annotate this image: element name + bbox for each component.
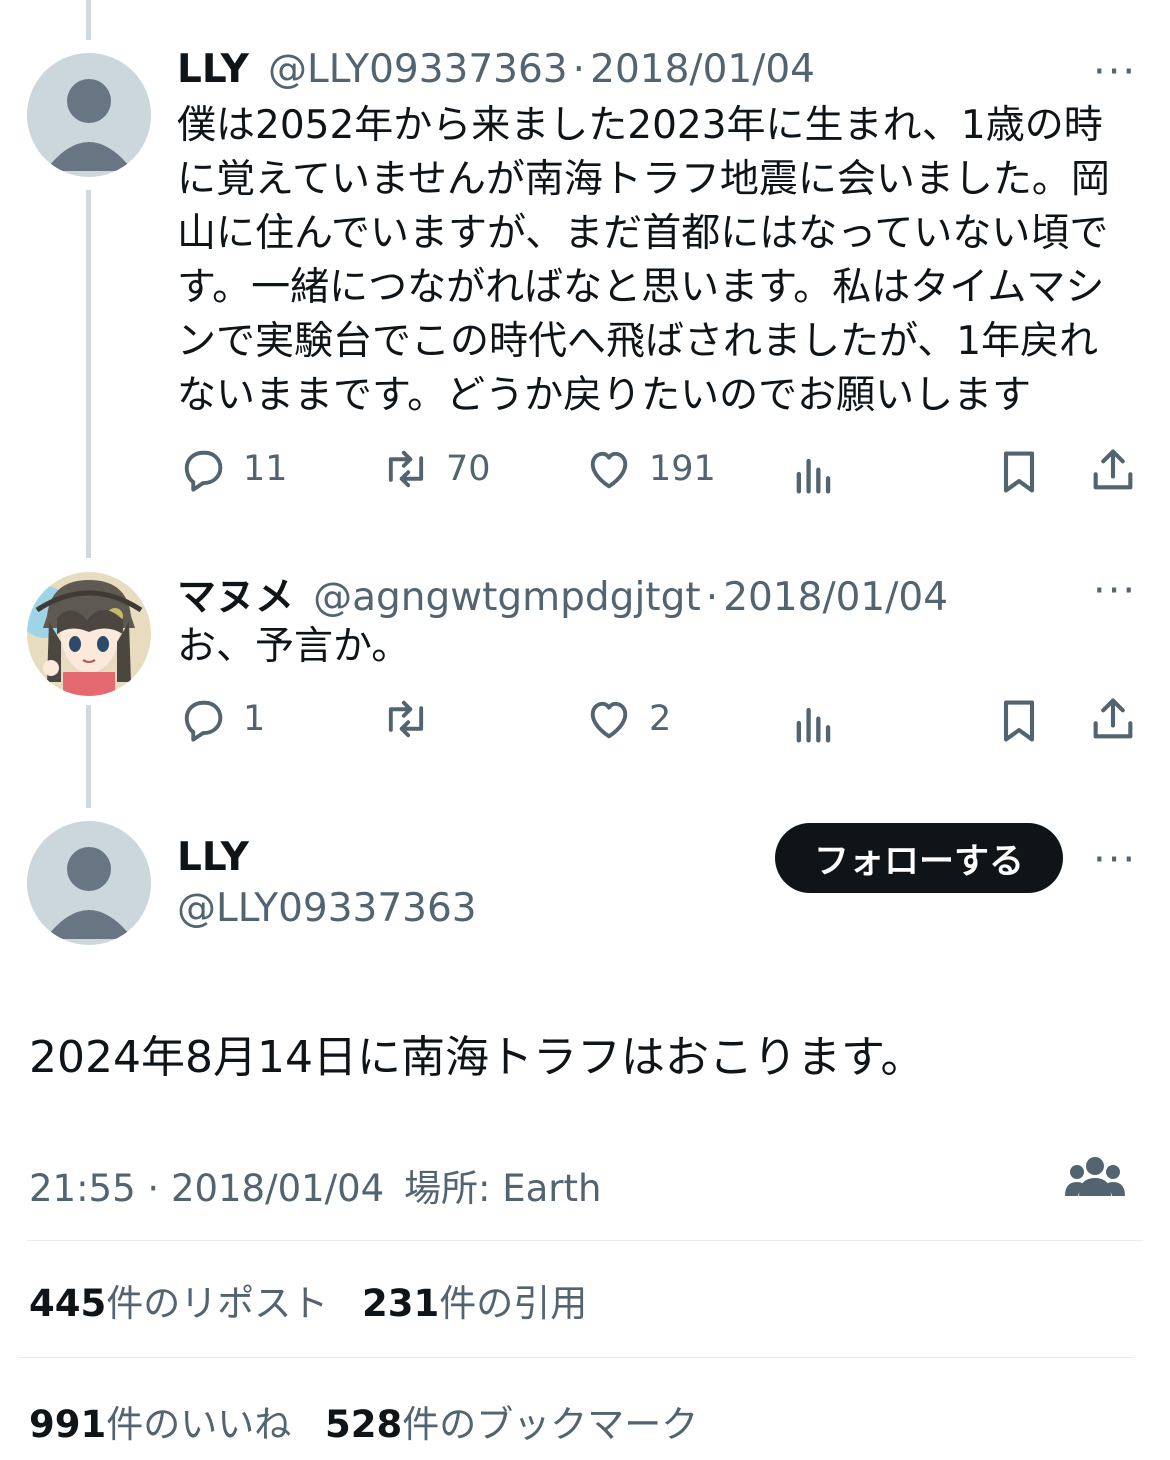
handle[interactable]: @agngwtgmpdgjtgt xyxy=(313,575,701,620)
tweet-date[interactable]: 2018/01/04 xyxy=(590,47,815,92)
more-options-button[interactable]: ··· xyxy=(1093,52,1137,92)
more-options-button[interactable]: ··· xyxy=(1093,840,1137,880)
bookmarks-stat[interactable]: 528件のブックマーク xyxy=(325,1403,698,1446)
likes-stat[interactable]: 991件のいいね xyxy=(29,1403,303,1446)
default-avatar-icon xyxy=(45,79,133,171)
tweet-location[interactable]: 場所: Earth xyxy=(404,1167,601,1210)
thread-line-top xyxy=(86,0,91,40)
tweet-header: LLY @LLY09337363 · 2018/01/04 xyxy=(177,47,815,92)
thread-line-1 xyxy=(86,190,91,558)
like-button[interactable]: 2 xyxy=(583,693,671,745)
repost-quote-stats: 445件のリポスト 231件の引用 xyxy=(29,1273,587,1327)
quotes-number: 231 xyxy=(362,1282,440,1325)
share-icon xyxy=(1093,698,1133,739)
default-avatar-icon xyxy=(45,847,133,939)
bookmark-button[interactable] xyxy=(993,446,1045,498)
views-button[interactable] xyxy=(788,448,840,500)
bookmark-button[interactable] xyxy=(993,695,1045,747)
tweet-header: マヌメ @agngwtgmpdgjtgt · 2018/01/04 xyxy=(177,566,948,622)
likes-number: 991 xyxy=(29,1403,107,1446)
handle[interactable]: @LLY09337363 xyxy=(268,47,568,92)
separator: · xyxy=(147,1167,160,1210)
likes-label: 件のいいね xyxy=(106,1403,292,1446)
reply-button[interactable]: 1 xyxy=(177,693,265,745)
bookmark-icon xyxy=(1003,700,1035,742)
community-icon[interactable] xyxy=(1065,1152,1125,1206)
more-options-button[interactable]: ··· xyxy=(1093,571,1137,611)
avatar-default[interactable] xyxy=(27,821,151,945)
anime-avatar-icon xyxy=(27,572,151,696)
text-line: ンで実験台でこの時代へ飛ばされましたが、1年戻れ xyxy=(177,319,1099,364)
reposts-label: 件のリポスト xyxy=(106,1282,329,1325)
divider xyxy=(18,1357,1134,1358)
like-button[interactable]: 191 xyxy=(583,443,716,495)
separator: · xyxy=(572,47,586,92)
repost-icon xyxy=(388,450,424,488)
text-line: に覚えていませんが南海トラフ地震に会いました。岡 xyxy=(177,157,1110,202)
like-bookmark-stats: 991件のいいね 528件のブックマーク xyxy=(29,1394,698,1448)
quotes-label: 件の引用 xyxy=(439,1282,588,1325)
text-line: す。一緒につながればなと思います。私はタイムマシ xyxy=(177,265,1105,310)
avatar-anime[interactable] xyxy=(27,572,151,696)
display-name[interactable]: LLY xyxy=(177,835,249,880)
text-line: 山に住んでいますが、まだ首都にはなっていない頃で xyxy=(177,211,1109,256)
display-name[interactable]: マヌメ xyxy=(177,575,294,620)
reply-icon xyxy=(184,700,223,742)
views-icon xyxy=(796,707,831,743)
reply-icon xyxy=(184,450,223,492)
reply-button[interactable]: 11 xyxy=(177,443,288,495)
tweet-time[interactable]: 21:55 xyxy=(29,1167,136,1210)
people-icon xyxy=(1065,1157,1125,1196)
bookmarks-label: 件のブックマーク xyxy=(402,1403,699,1446)
handle[interactable]: @LLY09337363 xyxy=(177,886,477,931)
bookmarks-number: 528 xyxy=(325,1403,403,1446)
reply-count: 11 xyxy=(243,449,288,489)
tweet-date[interactable]: 2018/01/04 xyxy=(171,1167,384,1210)
views-icon xyxy=(796,458,831,494)
heart-icon xyxy=(590,701,628,739)
like-count: 191 xyxy=(649,449,716,489)
avatar-default[interactable] xyxy=(27,53,151,177)
views-button[interactable] xyxy=(788,697,840,749)
quotes-stat[interactable]: 231件の引用 xyxy=(362,1282,587,1325)
repost-button[interactable] xyxy=(380,693,446,745)
heart-icon xyxy=(590,451,628,489)
follow-button[interactable]: フォローする xyxy=(775,823,1063,893)
tweet-text: 僕は2052年から来ました2023年に生まれ、1歳の時 に覚えていませんが南海ト… xyxy=(177,99,1137,423)
thread-line-2 xyxy=(86,705,91,808)
tweet-date[interactable]: 2018/01/04 xyxy=(723,575,948,620)
tweet-timestamp: 21:55 · 2018/01/04 場所: Earth xyxy=(29,1158,601,1212)
repost-icon xyxy=(388,700,424,738)
share-button[interactable] xyxy=(1087,444,1139,496)
display-name[interactable]: LLY xyxy=(177,47,249,92)
tweet-text: お、予言か。 xyxy=(177,624,411,669)
repost-count: 70 xyxy=(446,449,491,489)
separator: · xyxy=(705,575,719,620)
bookmark-icon xyxy=(1003,451,1035,493)
text-line: 僕は2052年から来ました2023年に生まれ、1歳の時 xyxy=(177,103,1103,148)
share-icon xyxy=(1093,449,1133,490)
text-line: ないままです。どうか戻りたいのでお願いします xyxy=(177,373,1032,418)
reposts-stat[interactable]: 445件のリポスト xyxy=(29,1282,340,1325)
divider xyxy=(27,1240,1143,1241)
reposts-number: 445 xyxy=(29,1282,107,1325)
like-count: 2 xyxy=(649,699,672,739)
repost-button[interactable]: 70 xyxy=(380,443,491,495)
reply-count: 1 xyxy=(243,699,266,739)
share-button[interactable] xyxy=(1087,693,1139,745)
main-tweet-text: 2024年8月14日に南海トラフはおこります。 xyxy=(29,1032,925,1083)
